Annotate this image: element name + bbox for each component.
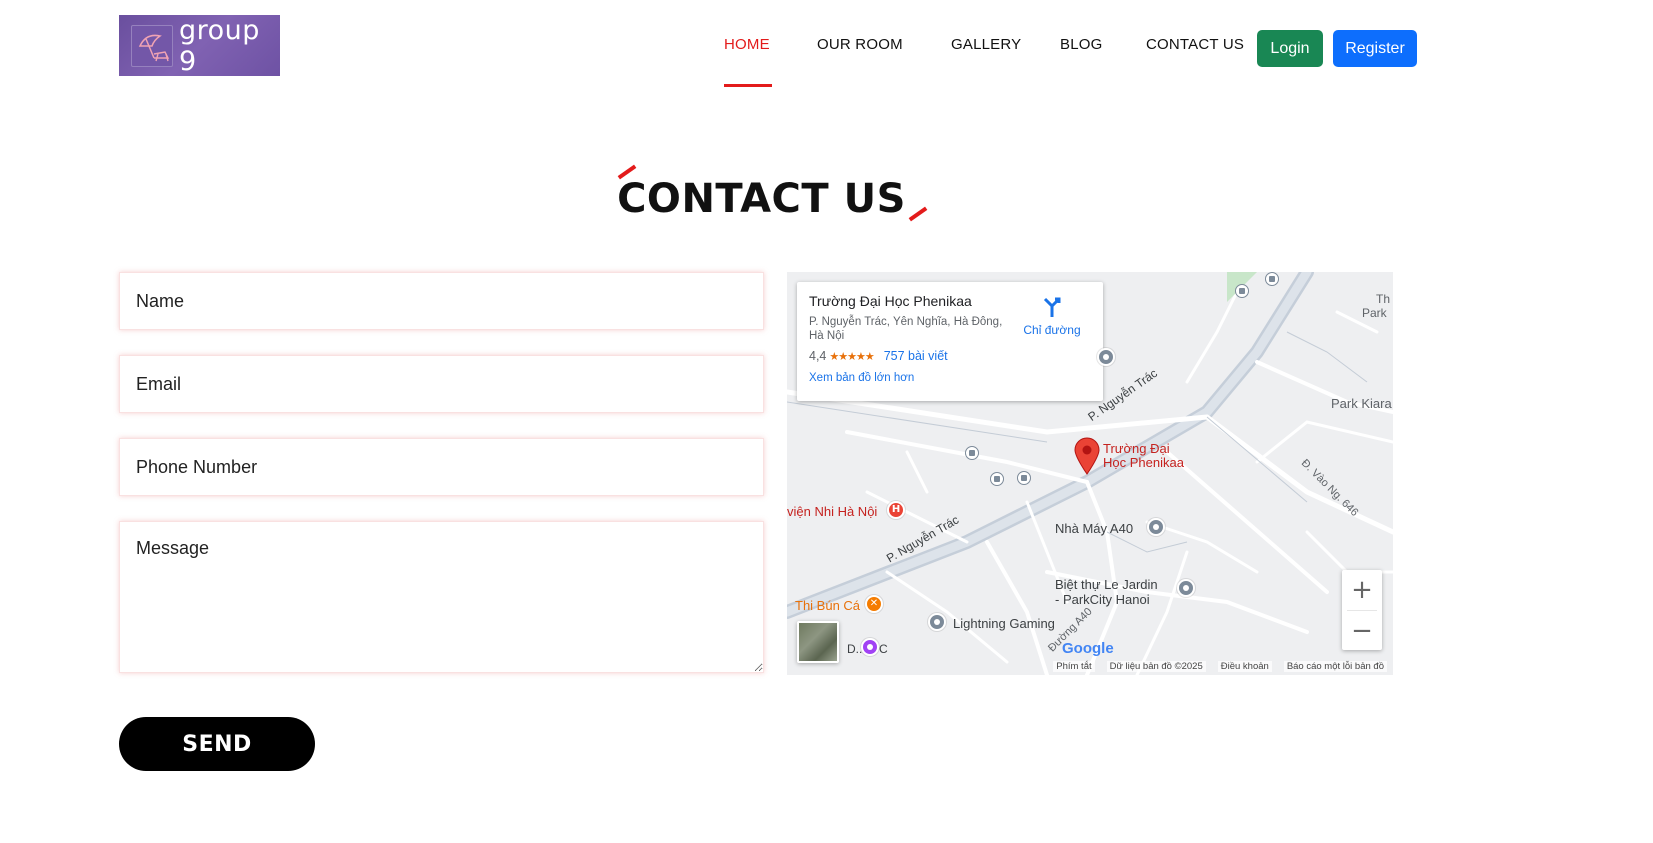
pin-label-line2: Học Phenikaa xyxy=(1103,455,1184,470)
name-field[interactable] xyxy=(119,272,764,330)
terms-link[interactable]: Điều khoản xyxy=(1217,660,1272,672)
bus-stop-icon xyxy=(965,446,979,460)
restaurant-icon[interactable]: ✕ xyxy=(865,595,883,613)
google-logo: Google xyxy=(1062,640,1114,657)
factory-label: Nhà Máy A40 xyxy=(1055,521,1134,536)
directions-button[interactable]: Chỉ đường xyxy=(1017,294,1087,337)
active-nav-underline xyxy=(724,84,772,87)
place-rating: 4,4 xyxy=(809,349,827,363)
larger-map-link[interactable]: Xem bản đồ lớn hơn xyxy=(809,372,1091,384)
send-button[interactable]: SEND xyxy=(119,717,315,771)
page-title: CONTACT US xyxy=(617,176,906,222)
villa-label-line1: Biệt thự Le Jardin xyxy=(1055,577,1158,592)
site-header: group 9 HOME OUR ROOM GALLERY BLOG CONTA… xyxy=(0,0,1653,92)
beach-umbrella-icon xyxy=(131,24,173,67)
message-field[interactable] xyxy=(119,521,764,673)
bus-stop-icon xyxy=(990,472,1004,486)
nav-our-room[interactable]: OUR ROOM xyxy=(817,36,903,53)
page-title-wrapper: CONTACT US xyxy=(617,164,928,222)
pin-label-line1: Trường Đại xyxy=(1103,441,1170,456)
zoom-in-button[interactable]: + xyxy=(1342,570,1382,610)
directions-icon xyxy=(1017,294,1087,323)
phone-field[interactable] xyxy=(119,438,764,496)
gaming-icon[interactable] xyxy=(928,613,946,631)
bus-stop-icon xyxy=(1265,272,1279,286)
title-slash-right xyxy=(908,206,928,222)
nav-blog[interactable]: BLOG xyxy=(1060,36,1102,53)
rating-stars: ★★★★★ xyxy=(829,350,874,363)
poi-icon[interactable] xyxy=(1097,348,1115,366)
pin-label: Trường Đại Học Phenikaa xyxy=(1103,442,1184,470)
bus-stop-icon xyxy=(1235,284,1249,298)
email-field[interactable] xyxy=(119,355,764,413)
park-kiara-label: Park Kiara xyxy=(1331,396,1392,411)
map-data-text: Dữ liệu bản đồ ©2025 xyxy=(1106,660,1206,672)
gaming-label: Lightning Gaming xyxy=(953,616,1055,631)
landmark-icon[interactable] xyxy=(861,638,879,656)
reviews-link[interactable]: 757 bài viết xyxy=(884,349,948,363)
villa-label-line2: - ParkCity Hanoi xyxy=(1055,592,1150,607)
logo-text: group 9 xyxy=(179,14,260,77)
location-pin-icon[interactable] xyxy=(1074,437,1100,479)
nav-gallery[interactable]: GALLERY xyxy=(951,36,1021,53)
villa-label: Biệt thự Le Jardin - ParkCity Hanoi xyxy=(1055,577,1158,607)
login-button[interactable]: Login xyxy=(1257,30,1323,67)
hospital-label: viện Nhi Hà Nội xyxy=(787,504,878,519)
villa-icon[interactable] xyxy=(1177,579,1195,597)
place-address: P. Nguyễn Trác, Yên Nghĩa, Hà Đông, Hà N… xyxy=(809,316,1003,342)
place-rating-row: 4,4 ★★★★★ 757 bài viết xyxy=(809,349,1091,363)
park-top-line2: Park xyxy=(1362,306,1387,320)
restaurant-label: Thi Bún Cá xyxy=(795,598,861,613)
zoom-out-button[interactable]: − xyxy=(1342,611,1382,651)
logo[interactable]: group 9 xyxy=(119,14,280,77)
map-embed[interactable]: Trường Đại Học Phenikaa P. Nguyễn Trác, … xyxy=(787,272,1393,675)
google-logo-text: Google xyxy=(1062,640,1114,657)
register-button[interactable]: Register xyxy=(1333,30,1417,67)
directions-label: Chỉ đường xyxy=(1023,323,1081,337)
zoom-controls: + − xyxy=(1342,570,1382,650)
bus-stop-icon xyxy=(1017,471,1031,485)
park-top-line1: Th xyxy=(1376,292,1391,306)
nav-home[interactable]: HOME xyxy=(724,36,770,53)
map-footer: Phím tắt Dữ liệu bản đồ ©2025 Điều khoản… xyxy=(787,657,1393,675)
report-error-link[interactable]: Báo cáo một lỗi bản đồ xyxy=(1283,660,1387,672)
nav-contact-us[interactable]: CONTACT US xyxy=(1146,36,1244,53)
park-top-label: Th Park xyxy=(1362,292,1390,320)
factory-icon[interactable] xyxy=(1147,518,1165,536)
hospital-icon[interactable]: H xyxy=(887,501,905,519)
page-title-section: CONTACT US xyxy=(0,164,1653,222)
place-card: Trường Đại Học Phenikaa P. Nguyễn Trác, … xyxy=(797,282,1103,401)
shortcuts-link[interactable]: Phím tắt xyxy=(1053,660,1095,672)
